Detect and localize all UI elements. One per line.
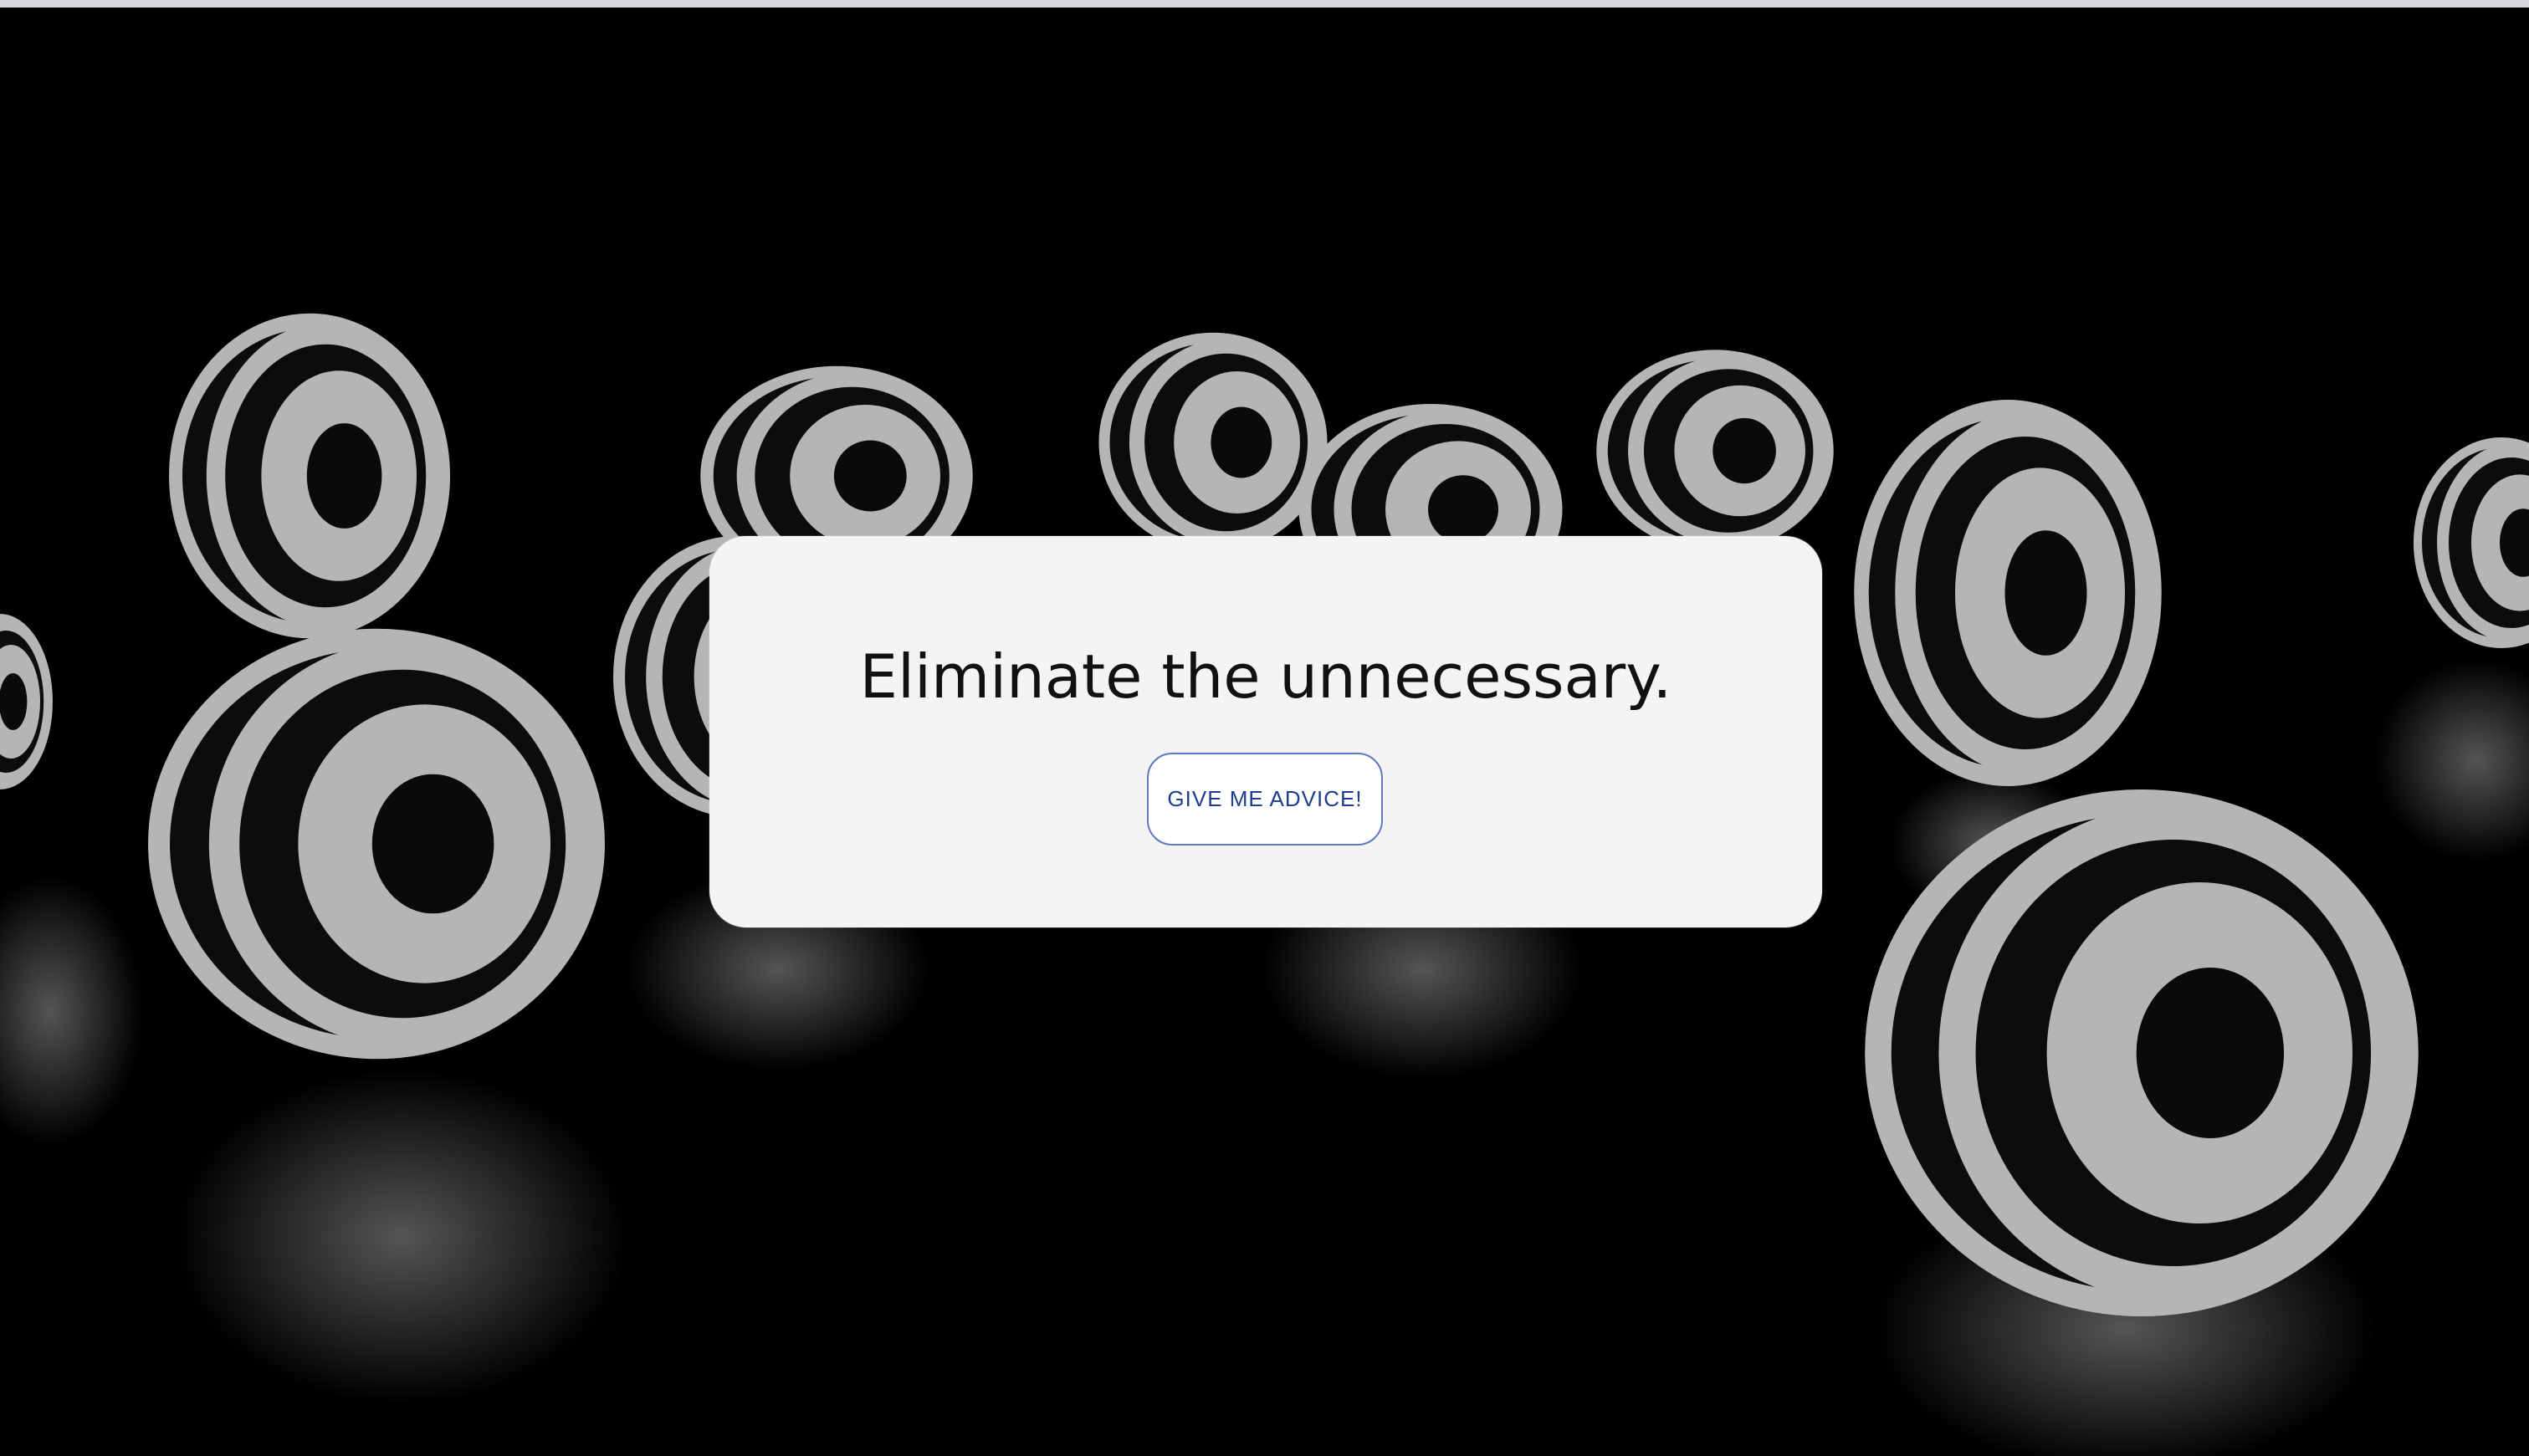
browser-top-strip <box>0 0 2529 8</box>
advice-quote: Eliminate the unnecessary. <box>859 641 1672 712</box>
advice-card: Eliminate the unnecessary. GIVE ME ADVIC… <box>709 536 1822 927</box>
page: Eliminate the unnecessary. GIVE ME ADVIC… <box>0 0 2529 1456</box>
give-me-advice-button[interactable]: GIVE ME ADVICE! <box>1147 753 1383 846</box>
